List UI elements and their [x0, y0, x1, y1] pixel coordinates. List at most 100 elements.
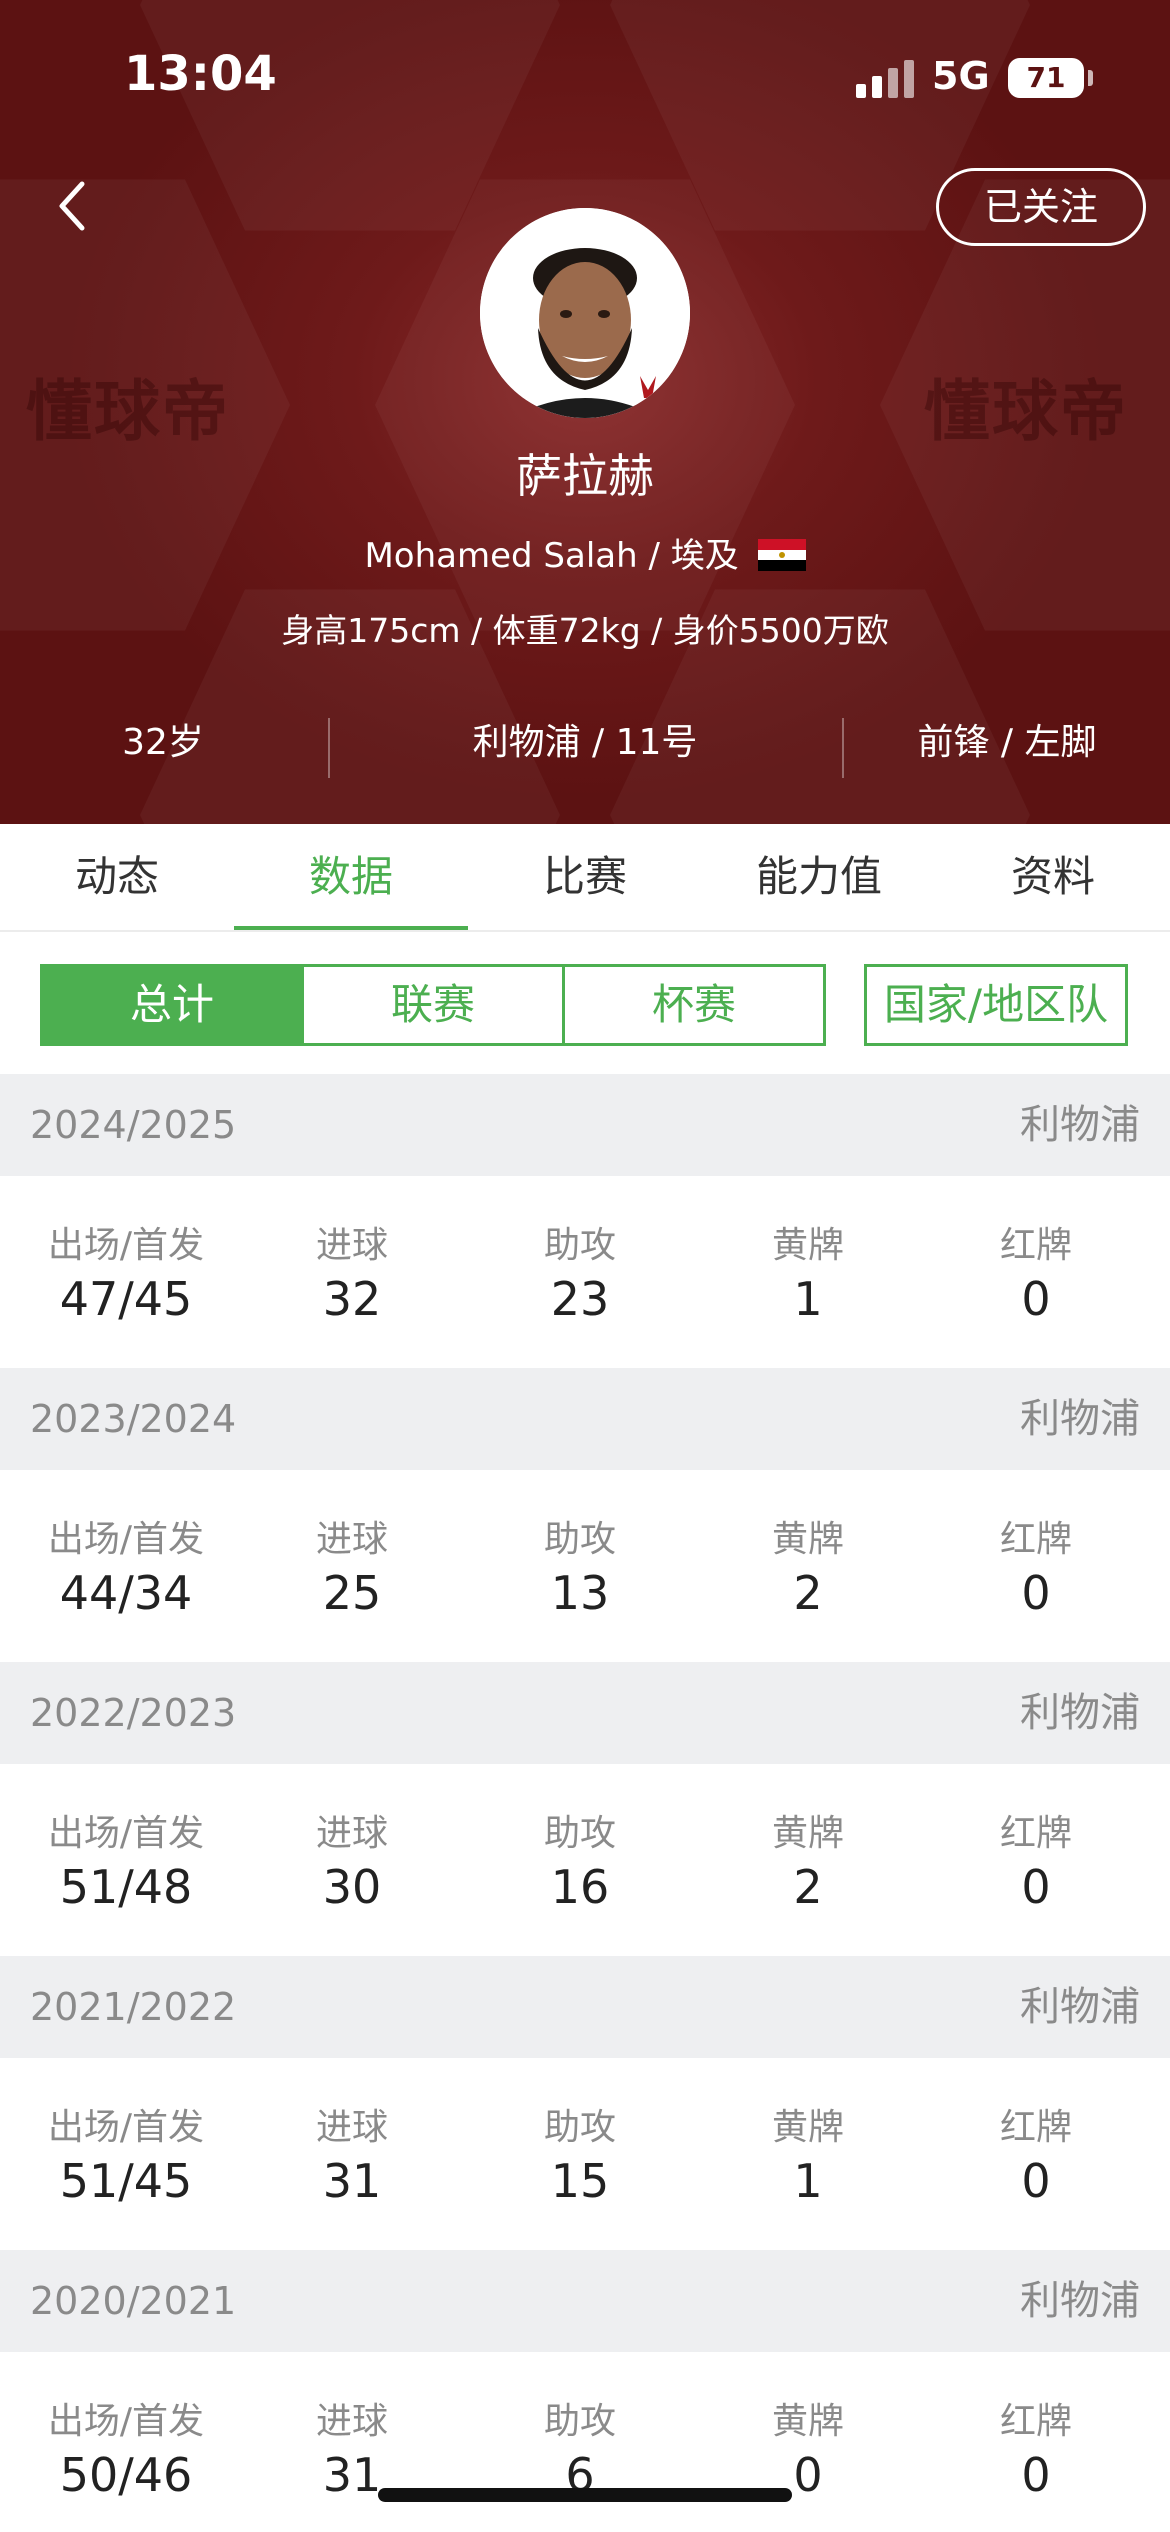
stat-label: 助攻	[543, 2401, 616, 2442]
season-stats: 出场/首发 51/45 进球 31 助攻 15 黄牌 1 红牌 0	[0, 2058, 1170, 2250]
season-header: 2022/2023 利物浦	[0, 1662, 1170, 1764]
season-year: 2020/2021	[30, 2279, 237, 2323]
follow-button[interactable]: 已关注	[936, 168, 1146, 246]
status-time: 13:04	[124, 46, 277, 102]
tab-ability[interactable]: 能力值	[702, 824, 936, 930]
season-club: 利物浦	[1020, 1396, 1140, 1442]
stat-value: 1	[793, 2154, 823, 2208]
stat-label: 出场/首发	[47, 2401, 205, 2442]
season-stats: 出场/首发 47/45 进球 32 助攻 23 黄牌 1 红牌 0	[0, 1176, 1170, 1368]
season-club: 利物浦	[1020, 2278, 1140, 2324]
stat-label: 出场/首发	[47, 2107, 205, 2148]
tab-bar: 动态 数据 比赛 能力值 资料	[0, 824, 1170, 932]
stat-value: 32	[322, 1272, 382, 1326]
stat-value: 30	[322, 1860, 382, 1914]
stat-label: 助攻	[543, 1225, 616, 1266]
stat-label: 黄牌	[771, 1813, 844, 1854]
stat-value: 2	[793, 1566, 823, 1620]
season-header: 2024/2025 利物浦	[0, 1074, 1170, 1176]
stat-value: 0	[1021, 1566, 1051, 1620]
season-club: 利物浦	[1020, 1690, 1140, 1736]
stat-label: 黄牌	[771, 1225, 844, 1266]
stat-value: 2	[793, 1860, 823, 1914]
egypt-flag-icon	[757, 539, 806, 571]
player-english-name: Mohamed Salah	[364, 536, 638, 576]
stat-label: 进球	[315, 1225, 388, 1266]
season-year: 2022/2023	[30, 1691, 237, 1735]
stat-value: 50/46	[59, 2448, 193, 2502]
player-body-info: 身高175cm / 体重72kg / 身价5500万欧	[281, 611, 889, 650]
season-header: 2023/2024 利物浦	[0, 1368, 1170, 1470]
home-indicator[interactable]	[378, 2488, 792, 2502]
season-club: 利物浦	[1020, 1984, 1140, 2030]
stat-label: 助攻	[543, 2107, 616, 2148]
player-header: 懂球帝 懂球帝 13:04 5G 71 已关注 萨拉赫 Mohamed Sala…	[0, 0, 1170, 824]
back-button[interactable]	[40, 170, 110, 240]
tab-matches[interactable]: 比赛	[468, 824, 702, 930]
stat-value: 0	[1021, 2448, 1051, 2502]
stat-value: 23	[550, 1272, 610, 1326]
stat-value: 0	[1021, 1860, 1051, 1914]
season-header: 2020/2021 利物浦	[0, 2250, 1170, 2352]
tab-data[interactable]: 数据	[234, 824, 468, 930]
player-avatar	[480, 208, 690, 418]
tab-profile[interactable]: 资料	[936, 824, 1170, 930]
stat-value: 0	[1021, 1272, 1051, 1326]
season-club: 利物浦	[1020, 1102, 1140, 1148]
filter-total[interactable]: 总计	[40, 964, 304, 1046]
stat-label: 红牌	[999, 2401, 1072, 2442]
stat-label: 黄牌	[771, 1519, 844, 1560]
signal-icon	[856, 58, 914, 98]
network-label: 5G	[932, 54, 990, 98]
stat-label: 进球	[315, 2107, 388, 2148]
season-year: 2023/2024	[30, 1397, 237, 1441]
stat-value: 13	[550, 1566, 610, 1620]
stat-value: 47/45	[59, 1272, 193, 1326]
player-info-row: 32岁 利物浦 / 11号 前锋 / 左脚	[0, 710, 1170, 778]
season-stats: 出场/首发 44/34 进球 25 助攻 13 黄牌 2 红牌 0	[0, 1470, 1170, 1662]
stat-value: 25	[322, 1566, 382, 1620]
player-position: 前锋 / 左脚	[917, 722, 1097, 763]
stat-label: 出场/首发	[47, 1225, 205, 1266]
stat-value: 51/45	[59, 2154, 193, 2208]
season-stats: 出场/首发 51/48 进球 30 助攻 16 黄牌 2 红牌 0	[0, 1764, 1170, 1956]
stat-label: 红牌	[999, 1225, 1072, 1266]
stat-value: 16	[550, 1860, 610, 1914]
tab-news[interactable]: 动态	[0, 824, 234, 930]
filter-national-team[interactable]: 国家/地区队	[864, 964, 1128, 1046]
stat-label: 进球	[315, 1813, 388, 1854]
stat-value: 0	[1021, 2154, 1051, 2208]
stat-value: 44/34	[59, 1566, 193, 1620]
player-club-number: 利物浦 / 11号	[472, 722, 698, 763]
battery-tip	[1088, 70, 1093, 86]
battery-icon: 71	[1008, 58, 1084, 98]
season-stats: 出场/首发 50/46 进球 31 助攻 6 黄牌 0 红牌 0	[0, 2352, 1170, 2532]
stat-label: 进球	[315, 1519, 388, 1560]
stat-value: 1	[793, 1272, 823, 1326]
separator: /	[648, 536, 671, 576]
stat-label: 进球	[315, 2401, 388, 2442]
season-header: 2021/2022 利物浦	[0, 1956, 1170, 2058]
stat-label: 助攻	[543, 1519, 616, 1560]
player-nationality: Mohamed Salah / 埃及	[0, 528, 1170, 577]
stat-value: 15	[550, 2154, 610, 2208]
stat-label: 红牌	[999, 1813, 1072, 1854]
stat-value: 51/48	[59, 1860, 193, 1914]
stat-label: 助攻	[543, 1813, 616, 1854]
filter-league[interactable]: 联赛	[301, 964, 565, 1046]
stat-label: 红牌	[999, 1519, 1072, 1560]
stat-label: 出场/首发	[47, 1519, 205, 1560]
season-year: 2021/2022	[30, 1985, 237, 2029]
active-tab-indicator	[234, 926, 468, 930]
stat-label: 黄牌	[771, 2401, 844, 2442]
stat-label: 出场/首发	[47, 1813, 205, 1854]
player-age: 32岁	[122, 722, 204, 763]
player-name: 萨拉赫	[516, 449, 654, 503]
season-year: 2024/2025	[30, 1103, 237, 1147]
filter-cup[interactable]: 杯赛	[562, 964, 826, 1046]
stat-label: 红牌	[999, 2107, 1072, 2148]
stat-label: 黄牌	[771, 2107, 844, 2148]
chevron-left-icon	[59, 181, 85, 231]
stat-value: 31	[322, 2154, 382, 2208]
player-country: 埃及	[670, 536, 739, 576]
